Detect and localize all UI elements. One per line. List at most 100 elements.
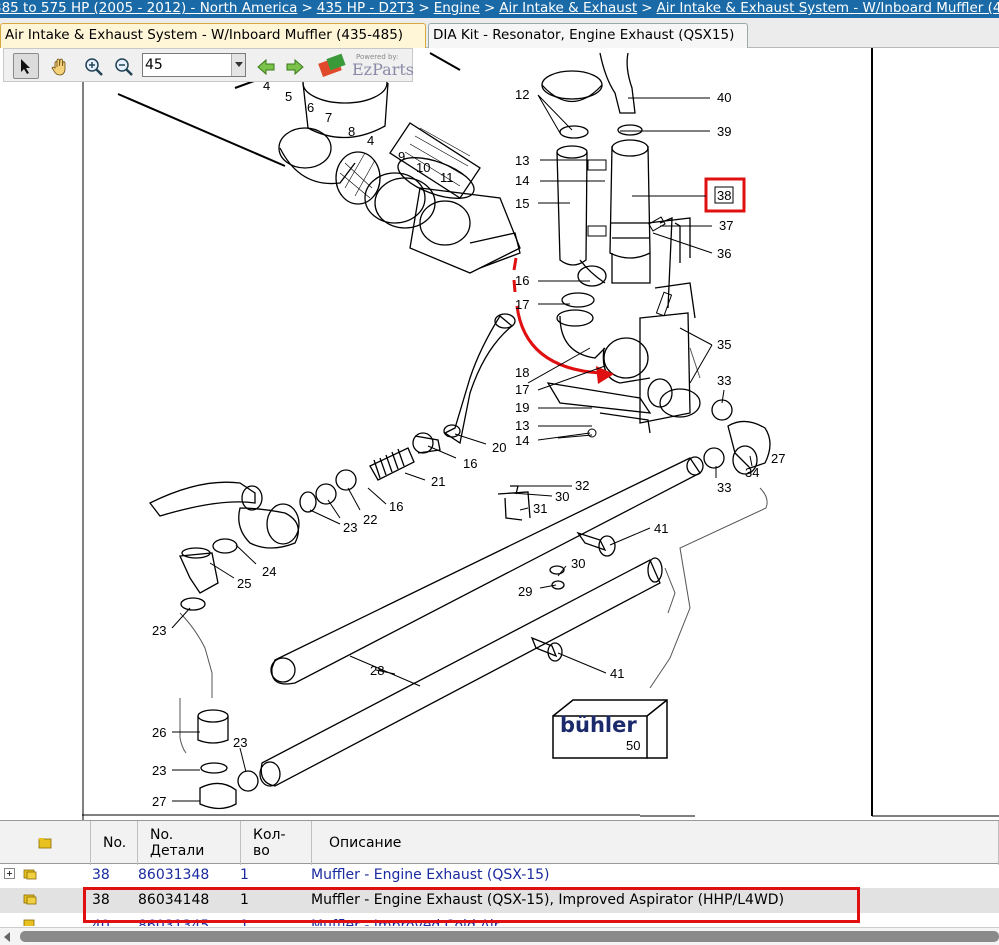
- callout-14b[interactable]: 14: [515, 433, 529, 448]
- row-part-number[interactable]: 86031348: [138, 867, 209, 883]
- callout-26[interactable]: 26: [152, 725, 166, 740]
- back-arrow-icon: [257, 58, 275, 76]
- callout-17[interactable]: 17: [515, 297, 529, 312]
- callout-18[interactable]: 18: [515, 365, 529, 380]
- ezparts-name: EzParts: [352, 60, 414, 79]
- zoom-level-select[interactable]: [142, 53, 246, 77]
- callout-37[interactable]: 37: [719, 218, 733, 233]
- zoom-out-button[interactable]: [110, 53, 136, 79]
- callout-30[interactable]: 30: [571, 556, 585, 571]
- callout-38[interactable]: 38: [717, 188, 731, 203]
- callout-15[interactable]: 15: [515, 196, 529, 211]
- scroll-left-icon[interactable]: [4, 932, 10, 942]
- header-quantity[interactable]: Кол- во: [241, 821, 312, 865]
- zoom-level-input[interactable]: [145, 56, 229, 74]
- callout-7[interactable]: 7: [325, 110, 332, 125]
- callout-11[interactable]: 11: [440, 170, 454, 185]
- callout-14[interactable]: 14: [515, 173, 529, 188]
- callout-25[interactable]: 25: [237, 576, 251, 591]
- callout-41b[interactable]: 41: [610, 666, 624, 681]
- callout-21[interactable]: 21: [431, 474, 445, 489]
- part-group-icon: [23, 869, 37, 880]
- callout-22[interactable]: 22: [363, 512, 377, 527]
- callout-36[interactable]: 36: [717, 246, 731, 261]
- exploded-view-drawing: bühler 50 4 5 6 7 8 4 9 10 11 12 13 14 1…: [82, 48, 999, 820]
- callout-17b[interactable]: 17: [515, 382, 529, 397]
- breadcrumb-separator: >: [483, 0, 496, 16]
- breadcrumb-item-system[interactable]: Air Intake & Exhaust System - W/Inboard …: [657, 0, 999, 16]
- tab-dia-kit-resonator[interactable]: DIA Kit - Resonator, Engine Exhaust (QSX…: [428, 23, 748, 48]
- callout-16c[interactable]: 16: [389, 499, 403, 514]
- callout-23[interactable]: 23: [343, 520, 357, 535]
- breadcrumb-separator: >: [418, 0, 430, 16]
- callout-30b[interactable]: 30: [555, 489, 569, 504]
- tab-air-intake-system[interactable]: Air Intake & Exhaust System - W/Inboard …: [0, 23, 426, 48]
- callout-23d[interactable]: 23: [152, 763, 166, 778]
- callout-23c[interactable]: 23: [233, 735, 247, 750]
- callout-13[interactable]: 13: [515, 153, 529, 168]
- buhler-logo: bühler 50: [552, 699, 668, 759]
- back-button[interactable]: [252, 53, 278, 79]
- callout-23b[interactable]: 23: [152, 623, 166, 638]
- zoom-out-icon: [115, 58, 133, 76]
- callout-20[interactable]: 20: [492, 440, 506, 455]
- callout-13b[interactable]: 13: [515, 418, 529, 433]
- breadcrumb: 385 to 575 HP (2005 - 2012) - North Amer…: [0, 0, 999, 18]
- callout-40[interactable]: 40: [717, 90, 731, 105]
- horizontal-scrollbar[interactable]: [0, 927, 999, 945]
- callout-24[interactable]: 24: [262, 564, 276, 579]
- zoom-dropdown-button[interactable]: [231, 54, 245, 76]
- callout-16[interactable]: 16: [515, 273, 529, 288]
- pan-tool-button[interactable]: [46, 53, 72, 79]
- selected-row-highlight: [83, 887, 860, 923]
- folder-icon: [38, 838, 52, 849]
- callout-16b[interactable]: 16: [463, 456, 477, 471]
- breadcrumb-separator: >: [641, 0, 653, 16]
- callout-6[interactable]: 6: [307, 100, 314, 115]
- row-description[interactable]: Muffler - Engine Exhaust (QSX-15): [311, 867, 550, 883]
- zoom-in-button[interactable]: [80, 53, 106, 79]
- row-no: 38: [92, 867, 110, 883]
- chevron-down-icon: [235, 62, 243, 67]
- callout-12[interactable]: 12: [515, 87, 529, 102]
- callout-33[interactable]: 33: [717, 373, 731, 388]
- breadcrumb-item-air-intake[interactable]: Air Intake & Exhaust: [499, 0, 637, 16]
- row-quantity: 1: [240, 867, 249, 883]
- tab-bar: Air Intake & Exhaust System - W/Inboard …: [0, 18, 999, 48]
- callout-32[interactable]: 32: [575, 478, 589, 493]
- callout-8[interactable]: 8: [348, 124, 355, 139]
- forward-button[interactable]: [281, 53, 307, 79]
- header-description[interactable]: Описание: [312, 821, 999, 865]
- callout-29[interactable]: 29: [518, 584, 532, 599]
- header-part-number[interactable]: No. Детали: [138, 821, 241, 865]
- header-icon-col[interactable]: [0, 821, 91, 865]
- callout-39[interactable]: 39: [717, 124, 731, 139]
- part-group-icon: [23, 919, 35, 926]
- select-tool-button[interactable]: [13, 53, 39, 79]
- breadcrumb-item-model[interactable]: 385 to 575 HP (2005 - 2012) - North Amer…: [0, 0, 297, 16]
- header-no[interactable]: No.: [91, 821, 138, 865]
- callout-9[interactable]: 9: [398, 149, 405, 164]
- callout-27[interactable]: 27: [152, 794, 166, 809]
- pan-hand-icon: [51, 58, 66, 76]
- expand-plus-icon[interactable]: [4, 868, 18, 880]
- zoom-in-icon: [85, 58, 103, 76]
- callout-10[interactable]: 10: [416, 160, 430, 175]
- breadcrumb-item-engine-hp[interactable]: 435 HP - D2T3: [317, 0, 415, 16]
- table-row[interactable]: 38 86031348 1 Muffler - Engine Exhaust (…: [0, 863, 999, 888]
- callout-41[interactable]: 41: [654, 521, 668, 536]
- callout-28[interactable]: 28: [370, 663, 384, 678]
- callout-4b[interactable]: 4: [367, 133, 374, 148]
- breadcrumb-item-engine[interactable]: Engine: [434, 0, 480, 16]
- select-arrow-icon: [21, 59, 30, 74]
- parts-diagram: bühler 50 4 5 6 7 8 4 9 10 11 12 13 14 1…: [0, 48, 999, 820]
- callout-31[interactable]: 31: [533, 501, 547, 516]
- callout-35[interactable]: 35: [717, 337, 731, 352]
- callout-34[interactable]: 34: [745, 465, 759, 480]
- callout-33b[interactable]: 33: [717, 480, 731, 495]
- grid-header: No. No. Детали Кол- во Описание: [0, 820, 999, 865]
- callout-19[interactable]: 19: [515, 400, 529, 415]
- scrollbar-thumb[interactable]: [20, 931, 999, 942]
- callout-27b[interactable]: 27: [771, 451, 785, 466]
- callout-5[interactable]: 5: [285, 89, 292, 104]
